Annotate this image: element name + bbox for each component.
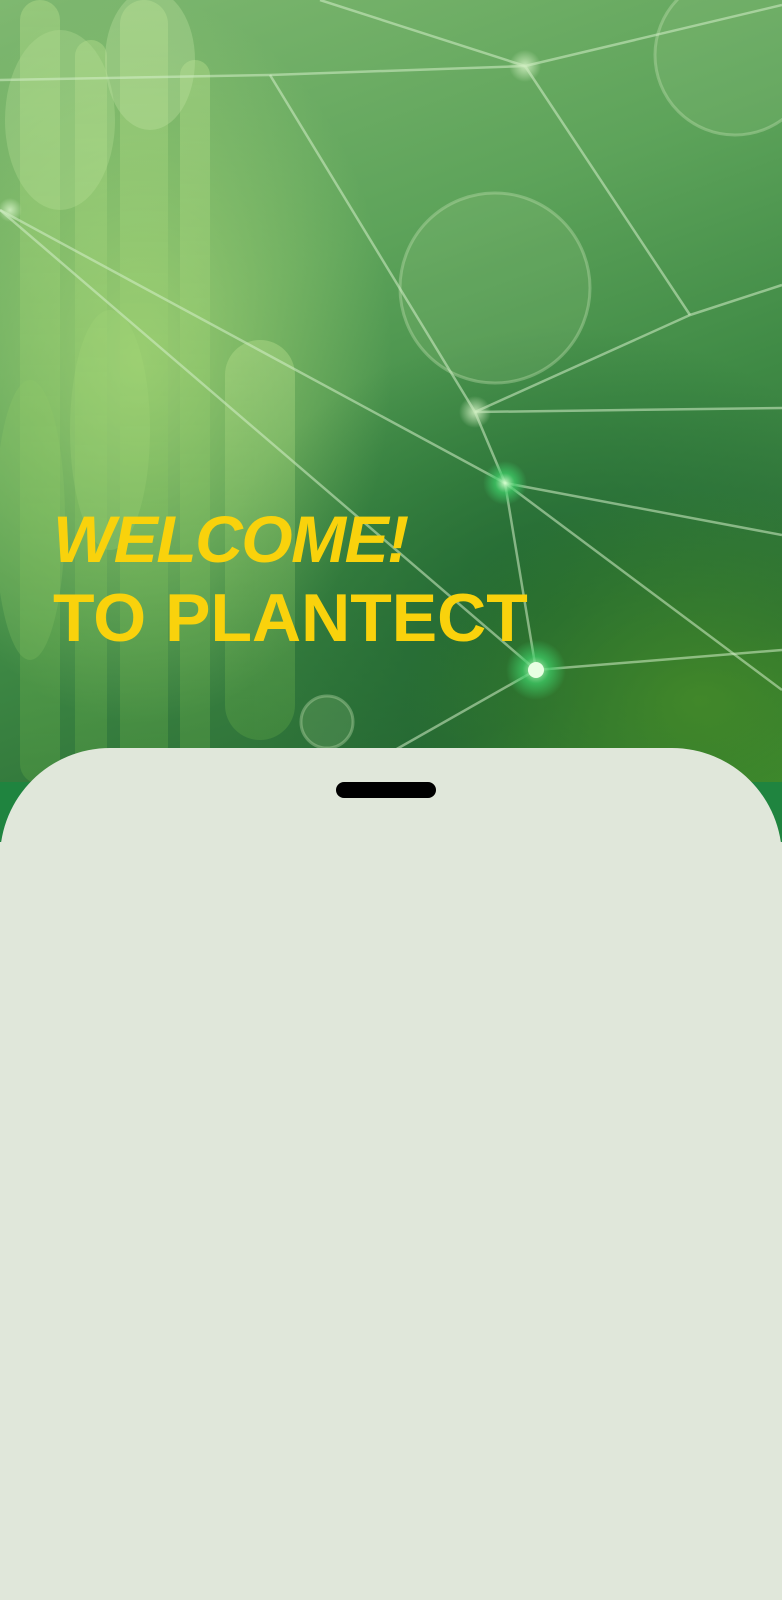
welcome-heading: WELCOME! TO PLANTECT xyxy=(53,506,528,652)
welcome-text: WELCOME! xyxy=(53,502,409,576)
sheet-drag-handle[interactable] xyxy=(336,782,436,798)
hero-banner: WELCOME! TO PLANTECT xyxy=(0,0,782,784)
welcome-screen: WELCOME! TO PLANTECT xyxy=(0,0,782,1600)
bottom-sheet xyxy=(0,748,782,1600)
brand-tagline: TO PLANTECT xyxy=(53,580,528,656)
plant-network-illustration xyxy=(0,0,782,784)
